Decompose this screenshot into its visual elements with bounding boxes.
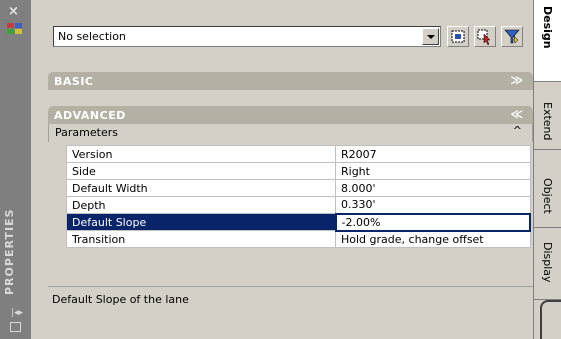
- property-name[interactable]: Default Width: [66, 179, 336, 197]
- table-row[interactable]: Version R2007: [66, 145, 531, 163]
- property-value[interactable]: Right: [335, 162, 531, 180]
- table-row[interactable]: Transition Hold grade, change offset: [66, 230, 531, 248]
- toggle-pickadd-icon: [451, 30, 465, 43]
- tab-display-label: Display: [541, 242, 554, 283]
- property-value[interactable]: R2007: [335, 145, 531, 163]
- selection-dropdown[interactable]: No selection: [53, 26, 441, 47]
- expand-icon[interactable]: ≫: [510, 73, 523, 87]
- toggle-pickadd-button[interactable]: [447, 26, 469, 47]
- section-basic-label: BASIC: [54, 75, 94, 88]
- tab-display[interactable]: Display: [534, 228, 561, 300]
- close-icon[interactable]: ×: [8, 4, 19, 19]
- property-value-editor[interactable]: -2.00%: [334, 212, 531, 232]
- palette-title: PROPERTIES: [3, 208, 16, 295]
- select-objects-icon: [477, 29, 491, 46]
- table-row[interactable]: Default Width 8.000': [66, 179, 531, 197]
- quick-select-icon: [504, 29, 520, 44]
- description-text: Default Slope of the lane: [52, 293, 189, 306]
- quick-select-button[interactable]: [501, 26, 523, 47]
- palette-tab-strip: Design Extend Object Display: [533, 0, 561, 339]
- section-basic-header[interactable]: BASIC ≫: [48, 72, 533, 90]
- property-name[interactable]: Transition: [66, 230, 336, 248]
- table-row-selected[interactable]: Default Slope -2.00%: [66, 212, 531, 232]
- tab-extend-label: Extend: [541, 102, 554, 141]
- property-name[interactable]: Depth: [66, 196, 336, 214]
- property-name[interactable]: Version: [66, 145, 336, 163]
- tab-object-label: Object: [541, 178, 554, 214]
- section-advanced-label: ADVANCED: [54, 109, 126, 122]
- section-advanced-header[interactable]: ADVANCED ≪: [48, 106, 533, 124]
- tab-design-label: Design: [541, 6, 554, 49]
- parameters-label: Parameters: [55, 126, 118, 139]
- collapse-icon[interactable]: ≪: [510, 107, 523, 121]
- tab-design[interactable]: Design: [534, 0, 561, 82]
- autohide-icon[interactable]: |◂▸: [11, 308, 23, 318]
- properties-menu-icon[interactable]: [10, 322, 21, 332]
- property-value[interactable]: 8.000': [335, 179, 531, 197]
- description-pane: Default Slope of the lane: [48, 286, 533, 339]
- palette-title-bar[interactable]: × PROPERTIES |◂▸: [0, 0, 31, 339]
- select-objects-button[interactable]: [474, 26, 496, 47]
- property-grid: Version R2007 Side Right Default Width 8…: [66, 145, 531, 248]
- tab-extend[interactable]: Extend: [534, 82, 561, 150]
- parameters-category[interactable]: Parameters ^: [48, 124, 533, 142]
- chevron-up-icon[interactable]: ^: [513, 124, 522, 137]
- property-name[interactable]: Default Slope: [66, 213, 336, 231]
- property-value[interactable]: Hold grade, change offset: [335, 230, 531, 248]
- selection-value: No selection: [58, 30, 126, 43]
- chevron-down-icon[interactable]: [422, 28, 439, 45]
- tab-corner: [540, 300, 561, 339]
- property-value[interactable]: 0.330': [335, 196, 531, 214]
- table-row[interactable]: Depth 0.330': [66, 196, 531, 214]
- property-name[interactable]: Side: [66, 162, 336, 180]
- tab-object[interactable]: Object: [534, 150, 561, 228]
- properties-options-icon[interactable]: [6, 22, 24, 36]
- table-row[interactable]: Side Right: [66, 162, 531, 180]
